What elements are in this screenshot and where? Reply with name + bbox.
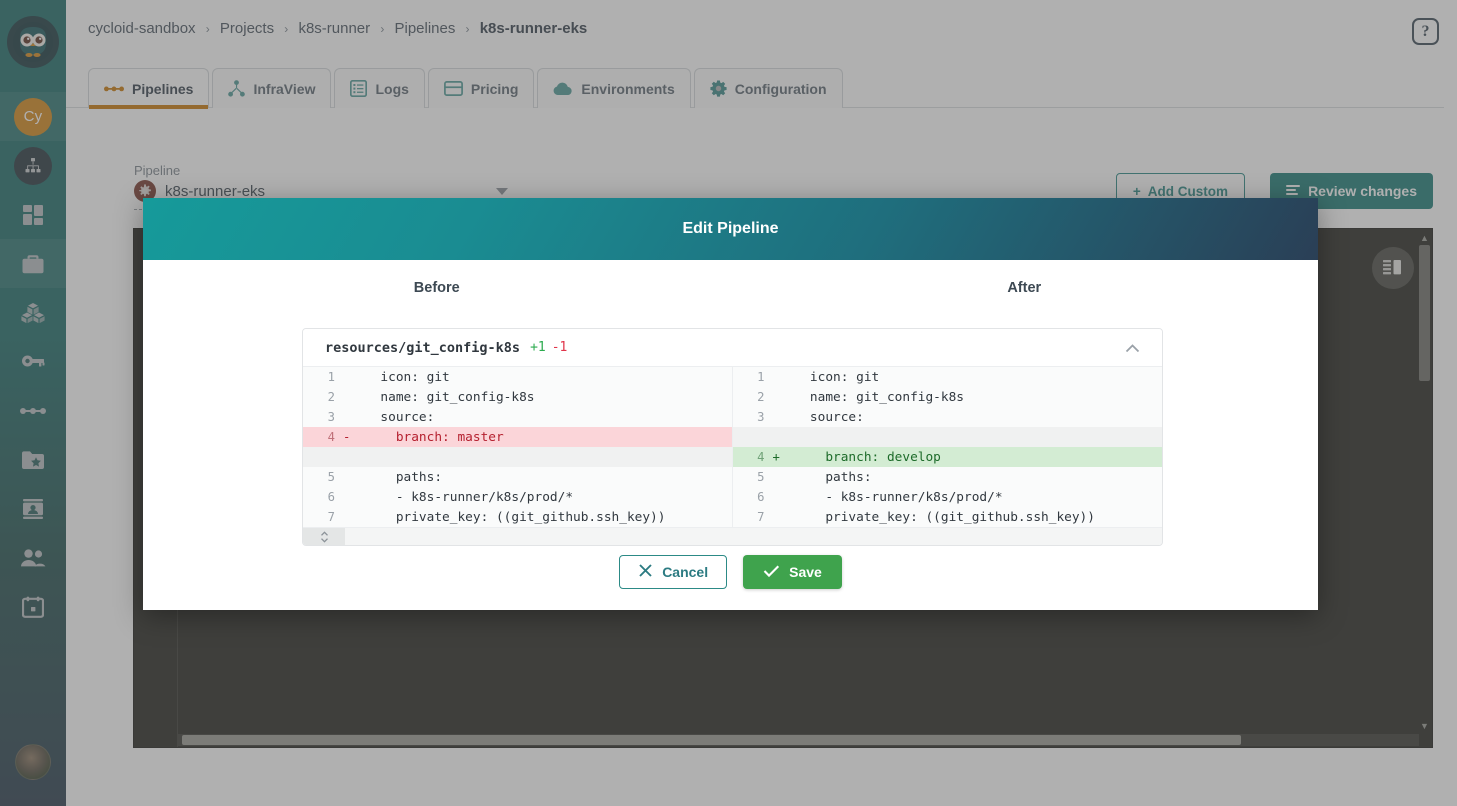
diff-line-text: paths: (365, 469, 443, 485)
diff-line-text: icon: git (365, 369, 450, 385)
diff-line-text: paths: (794, 469, 872, 485)
diff-line-text: name: git_config-k8s (794, 389, 964, 405)
diff-cell-left (303, 447, 733, 467)
diff-cell-left: 3 source: (303, 407, 733, 427)
cancel-label: Cancel (662, 564, 709, 580)
diff-row: 4- branch: master (303, 427, 1162, 447)
diff-line-text: private_key: ((git_github.ssh_key)) (365, 509, 666, 525)
diff-rows: 1 icon: git 1 icon: git 2 name: git_config… (303, 367, 1162, 527)
diff-container: resources/git_config-k8s +1 -1 1 icon: g… (302, 328, 1163, 546)
diff-row: 5 paths: 5 paths: (303, 467, 1162, 487)
diff-line-text: branch: master (365, 429, 504, 445)
diff-line-number: 3 (757, 410, 765, 424)
diff-cell-left: 2 name: git_config-k8s (303, 387, 733, 407)
diff-line-text: - k8s-runner/k8s/prod/* (365, 489, 574, 505)
diff-line-number: 6 (757, 490, 765, 504)
diff-line-text: source: (794, 409, 864, 425)
app-root: Cy cycloid-sandbox › Projects › k8s-runn… (0, 0, 1457, 806)
modal-title: Edit Pipeline (682, 220, 779, 237)
diff-line-text: source: (365, 409, 435, 425)
diff-cell-right: 2 name: git_config-k8s (732, 387, 1162, 407)
modal-footer: Cancel Save (143, 534, 1318, 610)
column-header-before: Before (413, 280, 460, 296)
diff-sign: - (343, 430, 351, 444)
diff-line-text: icon: git (794, 369, 880, 385)
diff-cell-right: 6 - k8s-runner/k8s/prod/* (732, 487, 1162, 507)
diff-additions-count: +1 (530, 340, 546, 355)
diff-cell-right: 4 + branch: develop (732, 447, 1162, 467)
check-icon (763, 564, 780, 581)
diff-cell-right: 1 icon: git (732, 367, 1162, 387)
diff-file-header[interactable]: resources/git_config-k8s +1 -1 (303, 329, 1162, 367)
diff-filename: resources/git_config-k8s (325, 339, 521, 356)
diff-line-number: 1 (327, 370, 335, 384)
diff-cell-right: 7 private_key: ((git_github.ssh_key)) (732, 507, 1162, 527)
diff-line-number: 1 (757, 370, 765, 384)
diff-line-number: 4 (327, 430, 335, 444)
diff-line-text: branch: develop (794, 449, 941, 465)
diff-row: 3 source: 3 source: (303, 407, 1162, 427)
diff-deletions-count: -1 (551, 340, 568, 355)
diff-row: 7 private_key: ((git_github.ssh_key)) 7 p… (303, 507, 1162, 527)
edit-pipeline-modal: Edit Pipeline Before After resources/git… (143, 198, 1318, 610)
diff-line-number: 7 (757, 510, 765, 524)
diff-cell-right (732, 427, 1162, 447)
diff-row: 6 - k8s-runner/k8s/prod/* 6 - k8s-runner/… (303, 487, 1162, 507)
diff-line-number: 5 (757, 470, 765, 484)
diff-line-text: - k8s-runner/k8s/prod/* (794, 489, 1003, 505)
diff-line-number: 5 (327, 470, 335, 484)
column-header-after: After (1007, 280, 1042, 296)
diff-cell-left: 7 private_key: ((git_github.ssh_key)) (303, 507, 733, 527)
modal-body: Before After resources/git_config-k8s +1… (143, 260, 1318, 610)
cancel-button[interactable]: Cancel (619, 555, 728, 589)
diff-line-number: 2 (757, 390, 765, 404)
close-x-icon (638, 563, 653, 581)
diff-cell-left: 1 icon: git (303, 367, 733, 387)
diff-line-text: name: git_config-k8s (365, 389, 535, 405)
chevron-up-icon[interactable] (1125, 341, 1140, 355)
diff-line-number: 4 (757, 450, 765, 464)
diff-row: 4 + branch: develop (303, 447, 1162, 467)
diff-line-number: 3 (327, 410, 335, 424)
diff-line-number: 7 (327, 510, 335, 524)
diff-row: 2 name: git_config-k8s 2 name: git_config… (303, 387, 1162, 407)
diff-cell-left: 4- branch: master (303, 427, 733, 447)
diff-column-headers: Before After (143, 260, 1318, 296)
diff-cell-left: 5 paths: (303, 467, 733, 487)
modal-header: Edit Pipeline (143, 198, 1318, 260)
diff-line-number: 6 (327, 490, 335, 504)
diff-cell-right: 3 source: (732, 407, 1162, 427)
diff-sign: + (772, 450, 780, 464)
diff-cell-left: 6 - k8s-runner/k8s/prod/* (303, 487, 733, 507)
diff-line-number: 2 (327, 390, 335, 404)
diff-row: 1 icon: git 1 icon: git (303, 367, 1162, 387)
save-button[interactable]: Save (743, 555, 842, 589)
save-label: Save (789, 564, 822, 580)
diff-cell-right: 5 paths: (732, 467, 1162, 487)
diff-line-text: private_key: ((git_github.ssh_key)) (794, 509, 1095, 525)
